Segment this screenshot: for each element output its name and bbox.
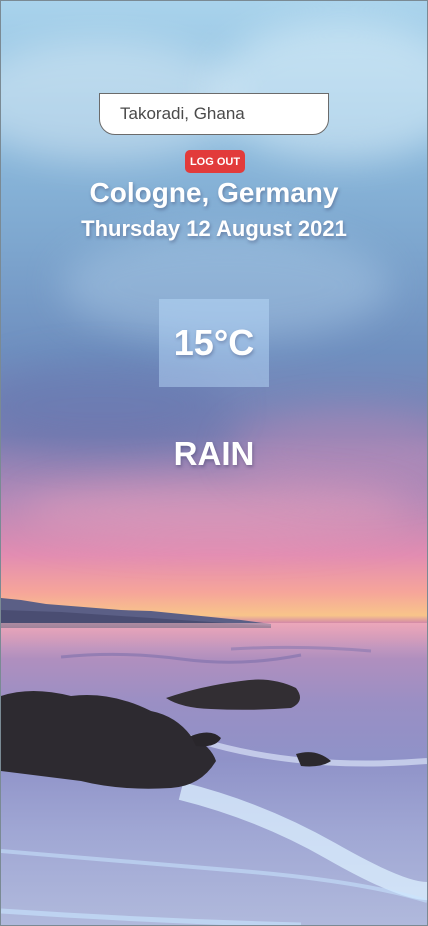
temperature-value: 15°C (173, 322, 255, 363)
weather-app: LOG OUT Cologne, Germany Thursday 12 Aug… (0, 0, 428, 926)
date-label: Thursday 12 August 2021 (81, 216, 347, 241)
cloud-shape (21, 481, 411, 541)
logout-button[interactable]: LOG OUT (185, 150, 245, 173)
rocks-silhouette (1, 679, 331, 789)
location-title: Cologne, Germany (89, 177, 339, 208)
weather-condition: RAIN (173, 435, 255, 472)
temperature-box: 15°C (159, 299, 269, 387)
cloud-shape (211, 21, 427, 161)
location-search-input[interactable] (99, 93, 329, 135)
